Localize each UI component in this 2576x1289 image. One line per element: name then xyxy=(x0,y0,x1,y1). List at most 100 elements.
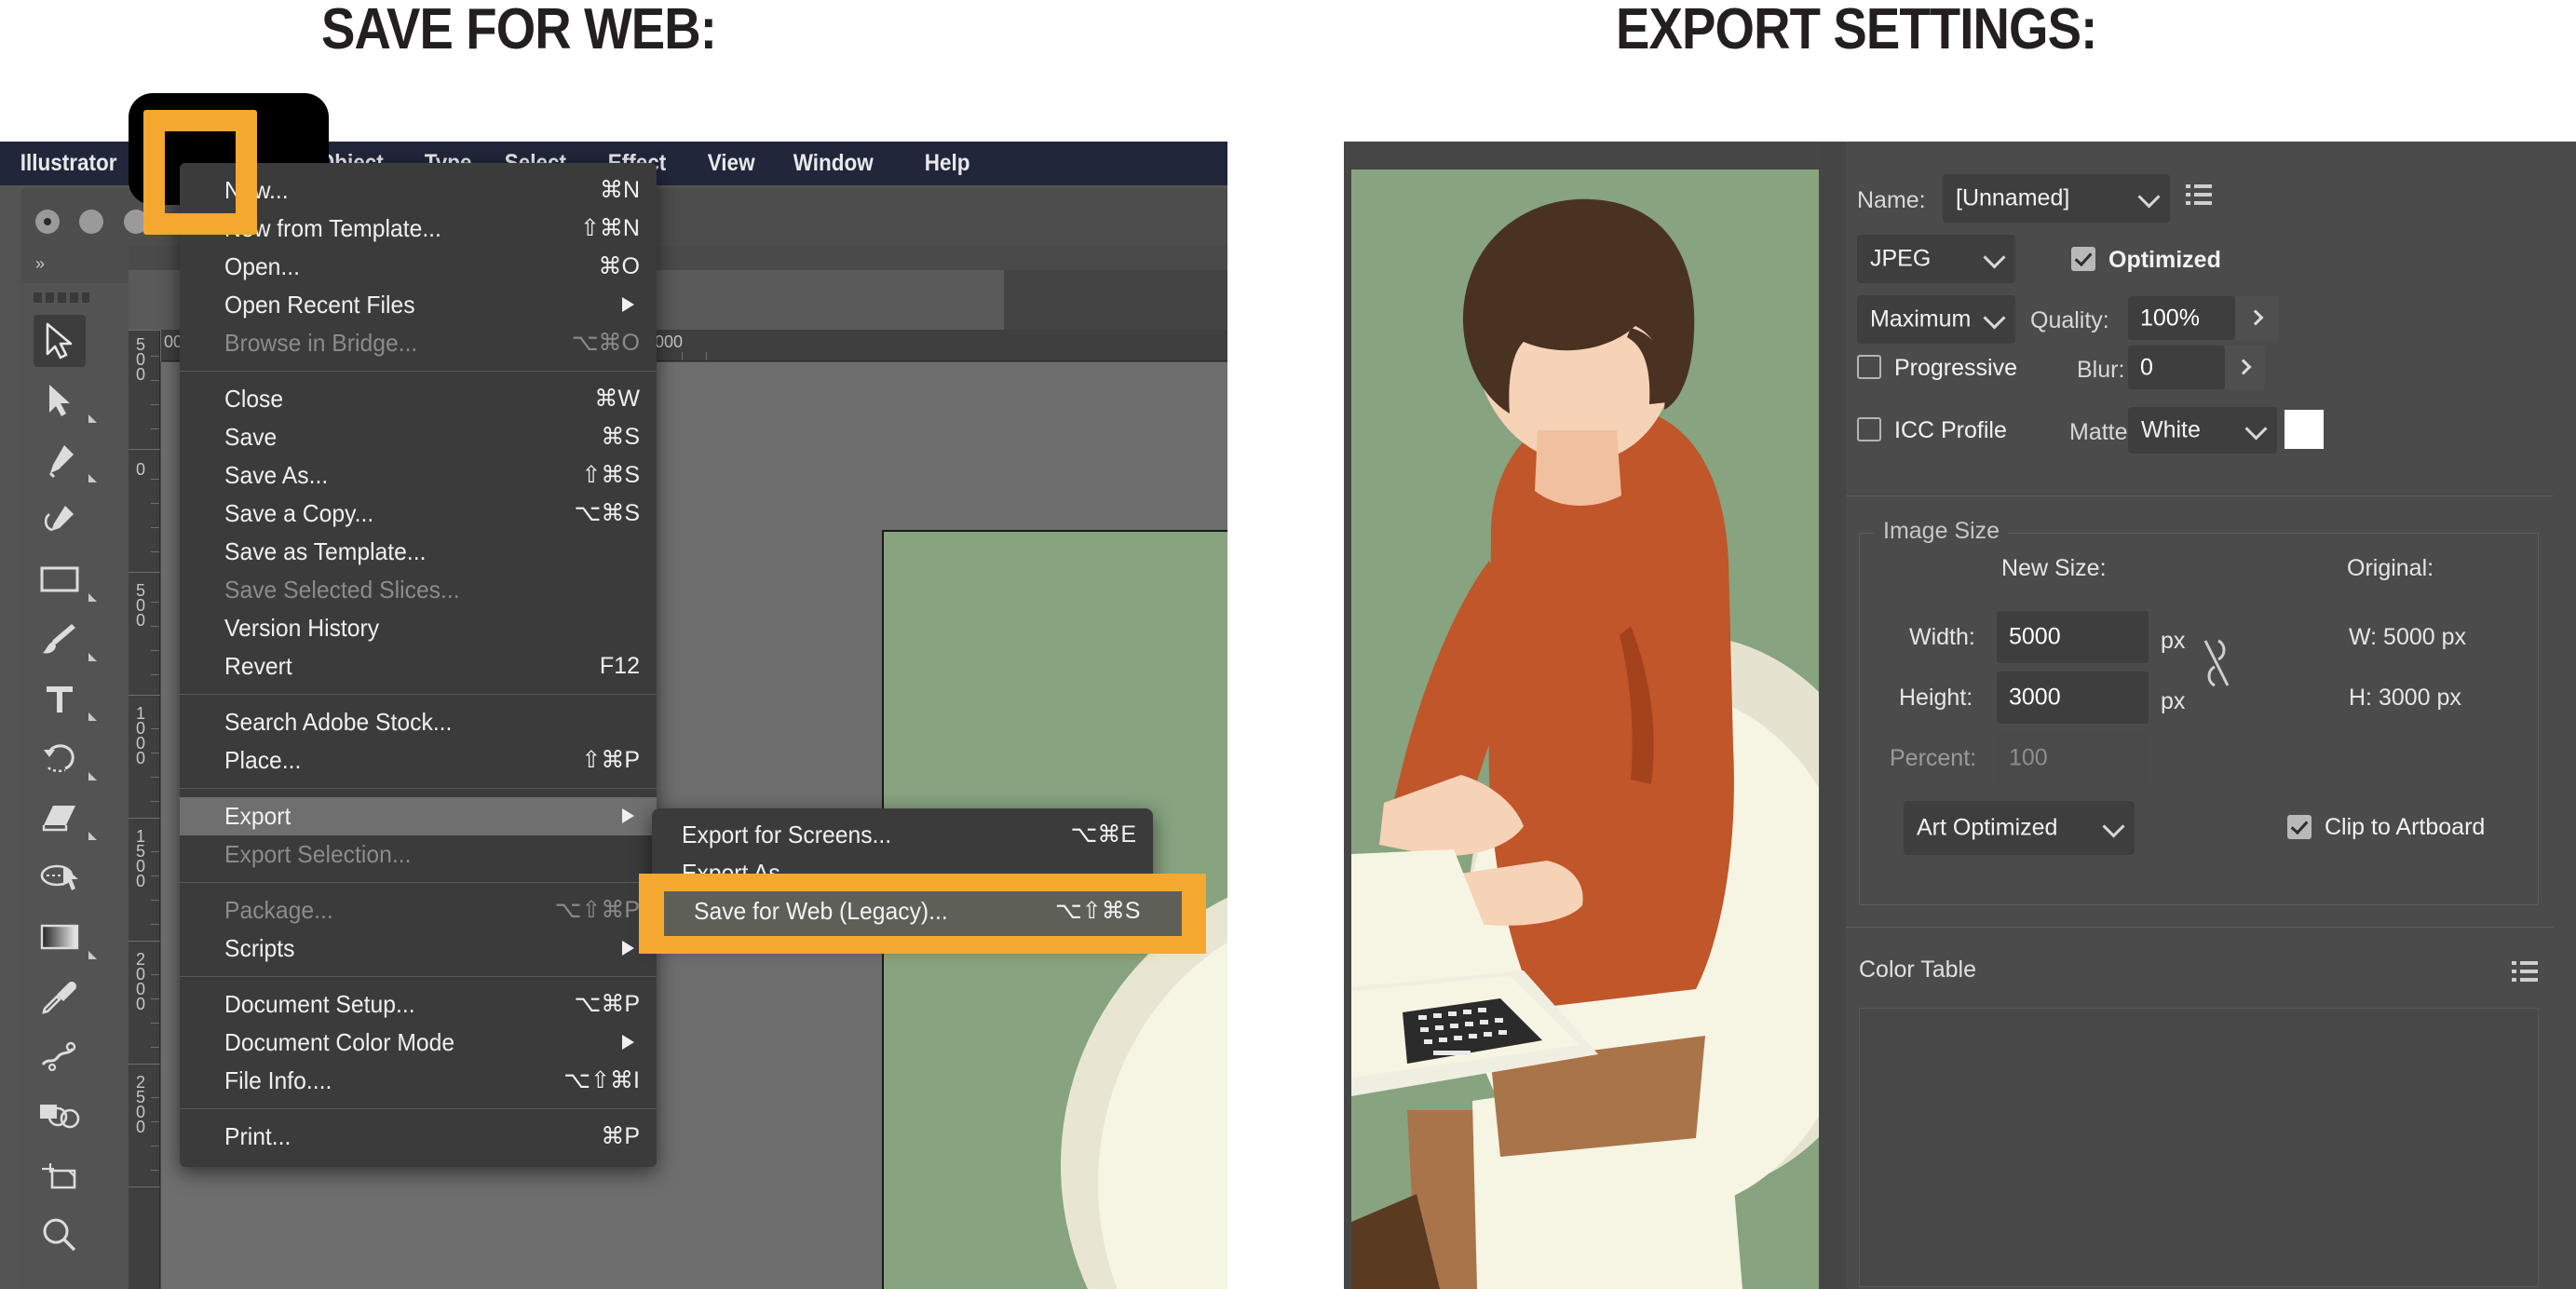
screen-mode-dot-2[interactable] xyxy=(79,210,103,234)
height-input[interactable]: 3000 xyxy=(1997,672,2149,724)
matte-select[interactable]: White xyxy=(2128,407,2277,454)
new-size-label: New Size: xyxy=(2001,555,2107,582)
icc-profile-checkbox[interactable] xyxy=(1857,417,1881,441)
menu-item-search-adobe-stock[interactable]: Search Adobe Stock... xyxy=(180,703,657,741)
submenu-arrow-icon xyxy=(622,1035,634,1050)
preset-menu-icon[interactable] xyxy=(2186,184,2212,205)
menu-item-save-a-copy[interactable]: Save a Copy... ⌥⌘S xyxy=(180,495,657,533)
tool-rectangle[interactable] xyxy=(34,553,86,605)
vertical-ruler[interactable]: 500 0 500 1000 1500 2000 2500 xyxy=(129,330,160,1289)
menu-item-place[interactable]: Place... ⇧⌘P xyxy=(180,741,657,780)
menu-separator xyxy=(180,1108,657,1109)
tool-zoom[interactable] xyxy=(34,1209,86,1261)
menu-item-label: Version History xyxy=(224,609,379,647)
menu-item-open-recent-files[interactable]: Open Recent Files xyxy=(180,286,657,324)
tool-paintbrush[interactable] xyxy=(34,613,86,665)
tool-artboard[interactable] xyxy=(34,1149,86,1201)
menu-item-document-color-mode[interactable]: Document Color Mode xyxy=(180,1024,657,1062)
tool-gradient[interactable] xyxy=(34,911,86,963)
menu-separator xyxy=(180,882,657,883)
menu-item-close[interactable]: Close ⌘W xyxy=(180,380,657,418)
menu-help[interactable]: Help xyxy=(914,142,981,185)
menu-item-document-setup[interactable]: Document Setup... ⌥⌘P xyxy=(180,985,657,1024)
quality-preset-select[interactable]: Maximum xyxy=(1857,295,2015,344)
menu-view[interactable]: View xyxy=(697,142,766,185)
menu-item-label: Save Selected Slices... xyxy=(224,571,460,609)
preset-name-select[interactable]: [Unnamed] xyxy=(1943,174,2170,223)
menu-item-label: Browse in Bridge... xyxy=(224,324,417,362)
color-table-well[interactable] xyxy=(1859,1008,2539,1287)
clip-to-artboard-label: Clip to Artboard xyxy=(2325,814,2485,841)
menu-item-save[interactable]: Save ⌘S xyxy=(180,418,657,456)
menu-separator xyxy=(180,976,657,977)
submenu-item-export-for-screens[interactable]: Export for Screens... ⌥⌘E xyxy=(652,816,1153,854)
quality-input[interactable]: 100% xyxy=(2128,296,2235,340)
menu-item-save-as[interactable]: Save As... ⇧⌘S xyxy=(180,456,657,495)
menu-item-label: Export for Screens... xyxy=(682,816,891,854)
save-for-web-legacy-label: Save for Web (Legacy)... xyxy=(694,897,948,926)
anti-alias-select[interactable]: Art Optimized xyxy=(1904,801,2135,855)
color-table-menu-icon[interactable] xyxy=(2512,961,2538,982)
menu-item-print[interactable]: Print... ⌘P xyxy=(180,1118,657,1156)
menu-item-shortcut: ⌘P xyxy=(601,1118,640,1156)
menu-item-shortcut: ⌥⇧⌘P xyxy=(555,891,640,929)
chevron-down-icon xyxy=(2244,417,2267,440)
menu-item-shortcut: ⇧⌘N xyxy=(580,210,640,248)
menu-separator xyxy=(180,788,657,789)
link-dimensions-icon[interactable] xyxy=(2198,635,2235,696)
preview-image[interactable] xyxy=(1351,170,1819,1289)
menu-window[interactable]: Window xyxy=(782,142,884,185)
tool-eraser[interactable] xyxy=(34,792,86,844)
optimized-label: Optimized xyxy=(2108,247,2221,274)
menu-illustrator[interactable]: Illustrator xyxy=(9,142,128,185)
menu-item-file-info[interactable]: File Info.... ⌥⇧⌘I xyxy=(180,1062,657,1100)
menu-item-label: Save a Copy... xyxy=(224,495,373,533)
tool-type[interactable] xyxy=(34,672,86,725)
tool-eyedropper[interactable] xyxy=(34,970,86,1023)
menu-item-shortcut: ⌘S xyxy=(601,418,640,456)
menu-item-shortcut: ⌥⌘P xyxy=(575,985,640,1024)
menu-item-export[interactable]: Export xyxy=(180,797,657,835)
tool-rotate[interactable] xyxy=(34,732,86,784)
tool-pen[interactable] xyxy=(34,434,86,486)
tool-curvature[interactable] xyxy=(34,494,86,546)
menu-separator xyxy=(180,371,657,372)
matte-color-swatch[interactable] xyxy=(2285,410,2324,449)
tool-selection[interactable] xyxy=(34,315,86,367)
menu-item-open[interactable]: Open... ⌘O xyxy=(180,248,657,286)
height-value: 3000 xyxy=(2009,685,2061,712)
menu-item-shortcut: ⌘N xyxy=(600,171,640,210)
quality-stepper[interactable] xyxy=(2235,296,2279,340)
tool-free-transform[interactable] xyxy=(34,851,86,903)
menu-item-scripts[interactable]: Scripts xyxy=(180,929,657,968)
menu-item-revert[interactable]: Revert F12 xyxy=(180,647,657,685)
highlight-file-menu xyxy=(143,110,257,235)
menu-item-label: Close xyxy=(224,380,283,418)
tool-symbol-sprayer[interactable] xyxy=(34,1030,86,1082)
progressive-label: Progressive xyxy=(1894,355,2017,382)
width-input[interactable]: 5000 xyxy=(1997,611,2149,663)
menu-item-shortcut: ⇧⌘S xyxy=(581,456,640,495)
menu-item-label: Open... xyxy=(224,248,300,286)
tool-shape-builder[interactable] xyxy=(34,1090,86,1142)
menu-item-shortcut: ⌥⌘O xyxy=(572,324,640,362)
color-table-title: Color Table xyxy=(1859,957,1976,984)
screen-mode-dot-1[interactable] xyxy=(35,210,60,234)
progressive-checkbox[interactable] xyxy=(1857,355,1881,379)
tools-panel-expander[interactable]: » xyxy=(20,246,129,283)
matte-label: Matte: xyxy=(2069,419,2134,446)
settings-column: Name: [Unnamed] JPEG Optimized Maximum xyxy=(1846,142,2576,1289)
menu-item-label: Place... xyxy=(224,741,301,780)
menu-item-label: Document Setup... xyxy=(224,985,415,1024)
menu-item-shortcut: F12 xyxy=(600,647,640,685)
clip-to-artboard-checkbox[interactable] xyxy=(2287,815,2312,839)
tool-direct-selection[interactable] xyxy=(34,374,86,427)
optimized-checkbox[interactable] xyxy=(2071,247,2095,271)
tools-panel-grip[interactable] xyxy=(34,292,89,303)
menu-item-label: File Info.... xyxy=(224,1062,332,1100)
file-format-select[interactable]: JPEG xyxy=(1857,235,2015,283)
menu-item-version-history[interactable]: Version History xyxy=(180,609,657,647)
menu-item-save-as-template[interactable]: Save as Template... xyxy=(180,533,657,571)
blur-input[interactable]: 0 xyxy=(2128,346,2225,389)
blur-stepper[interactable] xyxy=(2225,346,2265,389)
